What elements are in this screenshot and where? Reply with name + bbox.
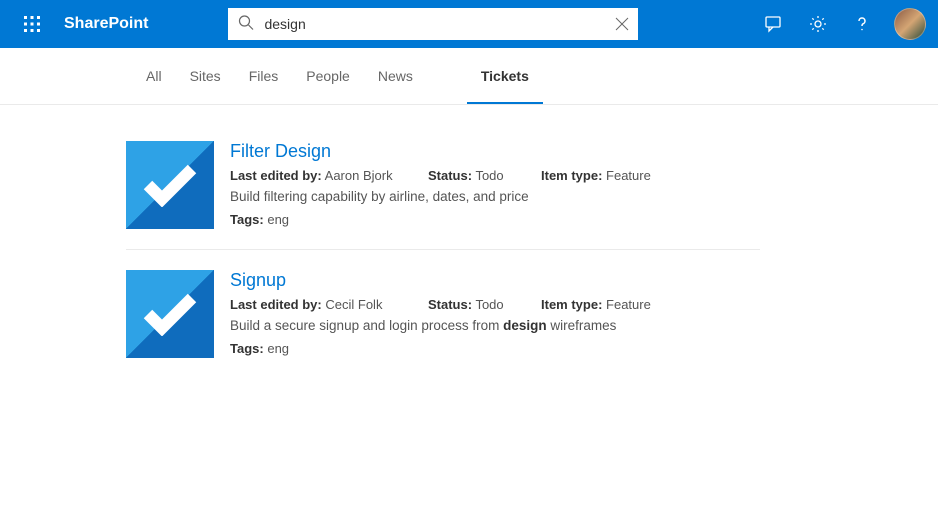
search-tabs-bar: All Sites Files People News Tickets [0, 48, 938, 105]
help-button[interactable] [842, 0, 882, 48]
result-description: Build filtering capability by airline, d… [230, 189, 760, 204]
meta-author: Last edited by: Aaron Bjork [230, 168, 428, 183]
result-thumbnail [126, 270, 214, 358]
search-input[interactable] [228, 8, 638, 40]
result-item: Signup Last edited by: Cecil Folk Status… [126, 249, 760, 378]
search-tabs: All Sites Files People News Tickets [0, 48, 938, 104]
waffle-icon [24, 16, 40, 32]
search-results: Filter Design Last edited by: Aaron Bjor… [0, 105, 760, 378]
result-meta: Last edited by: Cecil Folk Status: Todo … [230, 297, 760, 312]
header-actions [754, 0, 930, 48]
meta-type: Item type: Feature [541, 297, 651, 312]
app-header: SharePoint [0, 0, 938, 48]
tab-tickets[interactable]: Tickets [467, 48, 543, 104]
chat-button[interactable] [754, 0, 794, 48]
meta-status: Status: Todo [428, 168, 541, 183]
brand-label[interactable]: SharePoint [64, 15, 148, 33]
search-box [228, 8, 638, 40]
result-description: Build a secure signup and login process … [230, 318, 760, 333]
settings-button[interactable] [798, 0, 838, 48]
clear-search-button[interactable] [606, 8, 638, 40]
result-thumbnail [126, 141, 214, 229]
tab-news[interactable]: News [364, 48, 427, 104]
checkmark-icon [142, 163, 198, 207]
app-launcher-button[interactable] [8, 0, 56, 48]
result-item: Filter Design Last edited by: Aaron Bjor… [126, 141, 760, 249]
meta-author: Last edited by: Cecil Folk [230, 297, 428, 312]
chat-icon [764, 14, 784, 34]
tab-files[interactable]: Files [235, 48, 293, 104]
result-tags: Tags: eng [230, 212, 760, 227]
result-title[interactable]: Signup [230, 270, 760, 291]
checkmark-icon [142, 292, 198, 336]
result-body: Filter Design Last edited by: Aaron Bjor… [230, 141, 760, 229]
meta-type: Item type: Feature [541, 168, 651, 183]
result-title[interactable]: Filter Design [230, 141, 760, 162]
result-body: Signup Last edited by: Cecil Folk Status… [230, 270, 760, 358]
tab-sites[interactable]: Sites [176, 48, 235, 104]
help-icon [852, 14, 872, 34]
meta-status: Status: Todo [428, 297, 541, 312]
result-meta: Last edited by: Aaron Bjork Status: Todo… [230, 168, 760, 183]
gear-icon [808, 14, 828, 34]
close-icon [615, 17, 629, 31]
user-avatar[interactable] [894, 8, 926, 40]
result-tags: Tags: eng [230, 341, 760, 356]
search-icon [238, 15, 254, 34]
tab-people[interactable]: People [292, 48, 364, 104]
tab-all[interactable]: All [132, 48, 176, 104]
